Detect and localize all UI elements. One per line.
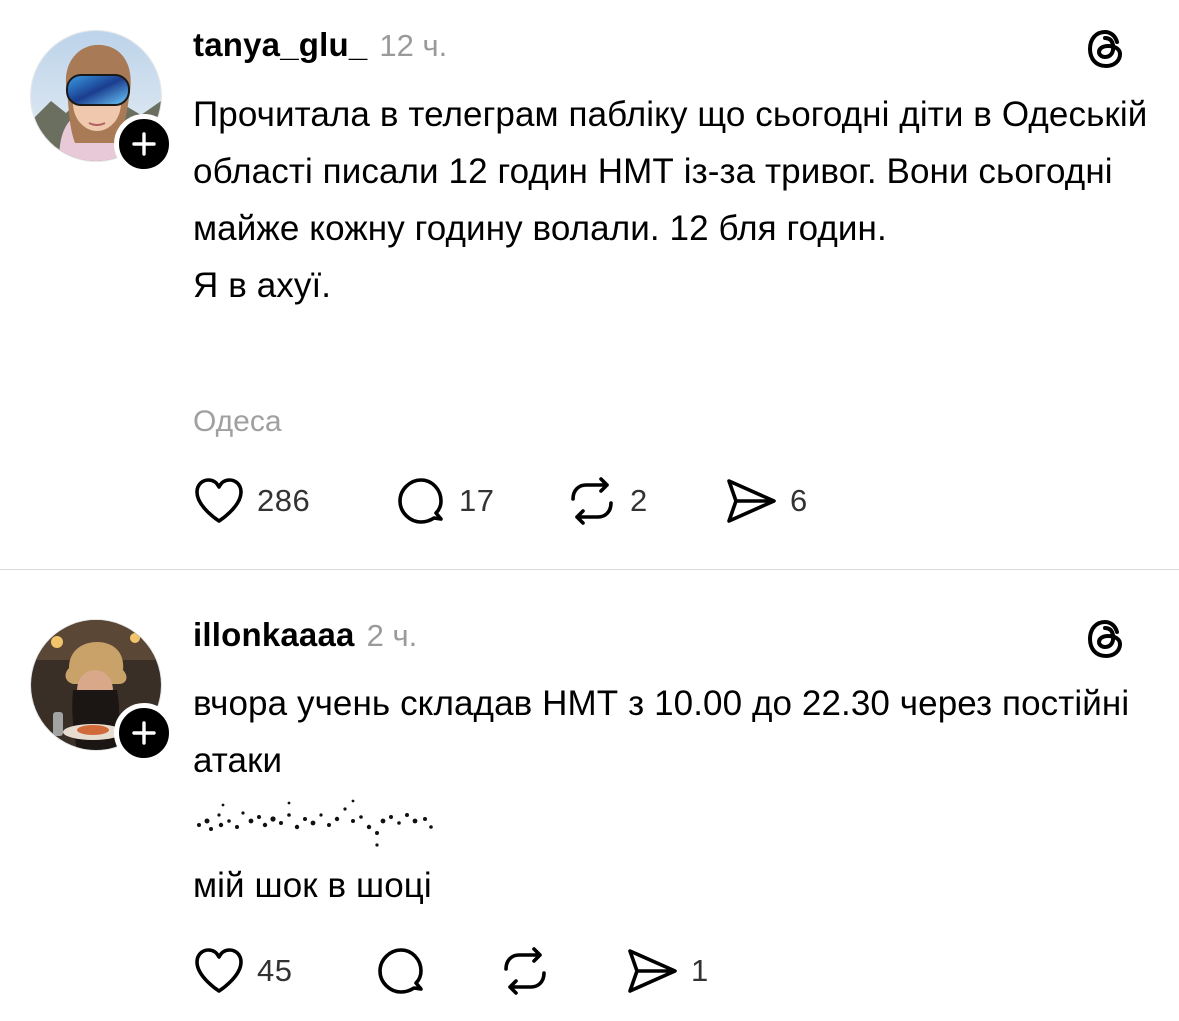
send-icon — [628, 949, 677, 993]
share-count: 6 — [790, 483, 808, 518]
follow-button[interactable] — [114, 703, 174, 763]
reply-button[interactable] — [375, 945, 427, 997]
username[interactable]: tanya_glu_ — [193, 26, 367, 64]
comment-icon — [378, 948, 423, 994]
redacted-scribble — [197, 799, 433, 847]
action-bar: 45 1 — [193, 945, 1093, 997]
threads-icon[interactable] — [1084, 27, 1128, 71]
share-button[interactable]: 1 — [625, 945, 709, 997]
post-divider — [0, 569, 1179, 570]
post-body-continued: мій шок в шоці — [193, 857, 1153, 914]
like-button[interactable]: 286 — [193, 475, 310, 527]
post-paragraph: Прочитала в телеграм пабліку що сьогодні… — [193, 95, 1148, 248]
threads-icon[interactable] — [1084, 617, 1128, 661]
repost-count: 2 — [630, 483, 648, 518]
post-header: tanya_glu_ 12 ч. — [193, 26, 447, 64]
timestamp[interactable]: 2 ч. — [367, 618, 418, 654]
follow-button[interactable] — [114, 114, 174, 174]
thread-post: illonkaaaa 2 ч. вчора учень складав НМТ … — [0, 571, 1179, 1021]
avatar-container[interactable] — [30, 619, 174, 763]
thread-post: tanya_glu_ 12 ч. Прочитала в телеграм па… — [0, 0, 1179, 570]
like-count: 286 — [257, 483, 311, 518]
action-bar: 286 17 2 6 — [193, 475, 1093, 527]
reply-button[interactable]: 17 — [395, 475, 494, 527]
share-button[interactable]: 6 — [724, 475, 808, 527]
post-body: вчора учень складав НМТ з 10.00 до 22.30… — [193, 675, 1153, 789]
avatar-container[interactable] — [30, 30, 174, 174]
repost-icon — [571, 477, 613, 525]
like-count: 45 — [257, 953, 293, 988]
post-body: Прочитала в телеграм пабліку що сьогодні… — [193, 86, 1153, 314]
comment-icon — [398, 478, 443, 524]
post-paragraph: Я в ахуї. — [193, 266, 332, 305]
repost-button[interactable]: 2 — [566, 475, 648, 527]
share-count: 1 — [691, 953, 709, 988]
repost-icon — [504, 947, 546, 995]
plus-icon — [132, 721, 156, 745]
plus-icon — [132, 132, 156, 156]
heart-icon — [195, 948, 243, 993]
like-button[interactable]: 45 — [193, 945, 292, 997]
post-header: illonkaaaa 2 ч. — [193, 616, 417, 654]
heart-icon — [195, 478, 243, 523]
send-icon — [727, 479, 776, 523]
username[interactable]: illonkaaaa — [193, 616, 355, 654]
repost-button[interactable] — [499, 945, 551, 997]
location-tag[interactable]: Одеса — [193, 405, 282, 439]
post-paragraph: вчора учень складав НМТ з 10.00 до 22.30… — [193, 684, 1130, 780]
post-paragraph: мій шок в шоці — [193, 866, 432, 905]
timestamp[interactable]: 12 ч. — [379, 28, 447, 64]
reply-count: 17 — [459, 483, 495, 518]
